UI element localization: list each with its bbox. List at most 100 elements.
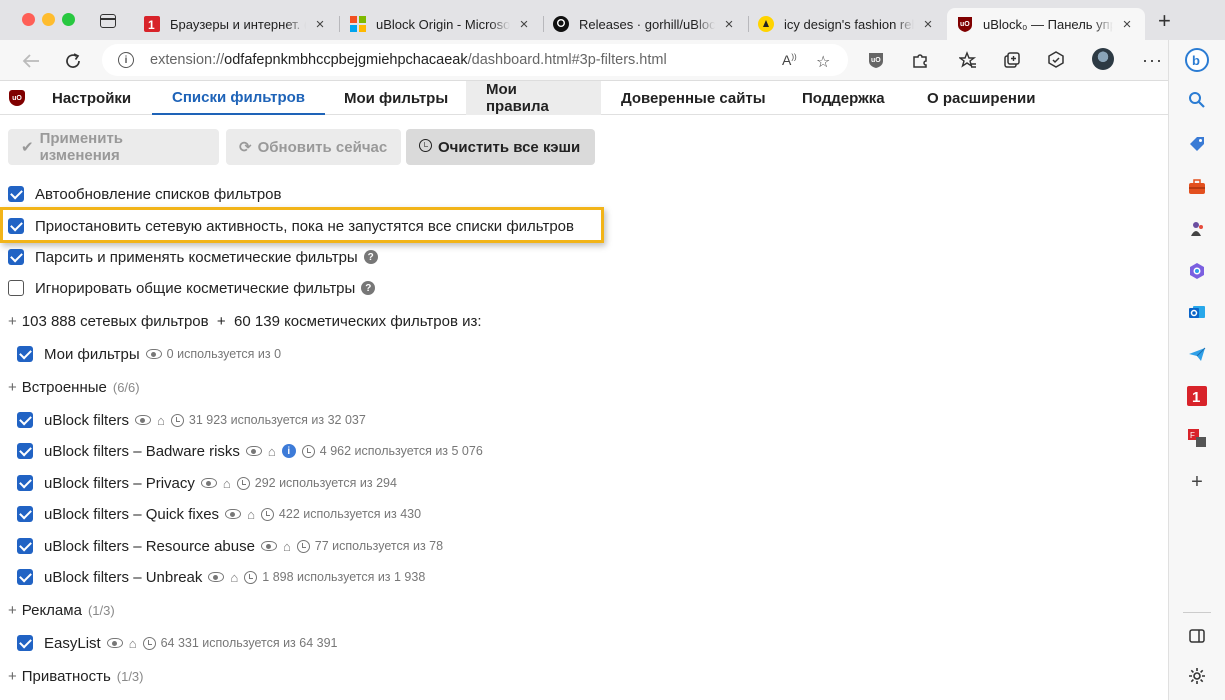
apply-changes-button[interactable]: ✔ Применить изменения <box>8 129 219 165</box>
games-icon[interactable] <box>1185 217 1209 241</box>
browser-tab-2[interactable]: uBlock Origin - Microsof × <box>340 8 542 40</box>
site-1-sidebar-icon[interactable]: 1 <box>1185 384 1209 408</box>
tab-trusted-sites[interactable]: Доверенные сайты <box>601 81 786 115</box>
eye-icon[interactable] <box>200 478 217 488</box>
list-checkbox[interactable] <box>17 412 33 428</box>
update-now-button[interactable]: ⟳ Обновить сейчас <box>226 129 401 165</box>
read-aloud-icon[interactable]: A)) <box>782 52 797 68</box>
tools-briefcase-icon[interactable] <box>1185 175 1209 199</box>
browser-tab-strip: 1 Браузеры и интернет. ( × uBlock Origin… <box>0 0 1225 42</box>
group-privacy[interactable]: + Приватность (1/3) <box>8 665 144 687</box>
refresh-icon: ⟳ <box>239 139 252 156</box>
home-icon[interactable]: ⌂ <box>230 570 238 585</box>
eye-icon[interactable] <box>208 572 225 582</box>
tab-title: Браузеры и интернет. ( <box>170 16 306 32</box>
tab-my-rules[interactable]: Мои правила <box>466 81 601 115</box>
tab-filter-lists[interactable]: Списки фильтров <box>152 81 326 115</box>
home-icon[interactable]: ⌂ <box>268 444 276 459</box>
performance-icon[interactable] <box>1046 50 1066 70</box>
list-checkbox[interactable] <box>17 475 33 491</box>
my-filters-checkbox[interactable] <box>17 346 33 362</box>
search-icon[interactable] <box>1185 88 1209 112</box>
list-checkbox[interactable] <box>17 635 33 651</box>
address-bar[interactable]: i extension://odfafepnkmbhccpbejgmiehpch… <box>102 44 848 76</box>
expand-icon[interactable]: + <box>8 668 17 685</box>
browser-tab-4[interactable]: icy design's fashion rebe × <box>748 8 946 40</box>
home-icon[interactable]: ⌂ <box>129 636 137 651</box>
home-icon[interactable]: ⌂ <box>247 507 255 522</box>
window-close-button[interactable] <box>22 13 35 26</box>
home-icon[interactable]: ⌂ <box>223 476 231 491</box>
purge-caches-button[interactable]: Очистить все кэши <box>406 129 595 165</box>
home-icon[interactable]: ⌂ <box>157 413 165 428</box>
eye-icon[interactable] <box>245 446 262 456</box>
help-icon[interactable]: ? <box>363 250 378 264</box>
tab-support[interactable]: Поддержка <box>782 81 905 115</box>
favorites-icon[interactable] <box>958 50 978 70</box>
window-zoom-button[interactable] <box>62 13 75 26</box>
close-tab-icon[interactable]: × <box>920 16 936 33</box>
list-checkbox[interactable] <box>17 569 33 585</box>
group-builtin[interactable]: + Встроенные (6/6) <box>8 376 140 398</box>
more-menu-icon[interactable]: ··· <box>1142 50 1163 71</box>
list-checkbox[interactable] <box>17 506 33 522</box>
ignore-generic-checkbox[interactable] <box>8 280 24 296</box>
new-tab-icon[interactable]: + <box>1158 10 1171 32</box>
collections-icon[interactable] <box>1002 50 1022 70</box>
close-tab-icon[interactable]: × <box>312 16 328 33</box>
profile-avatar[interactable] <box>1092 48 1114 70</box>
tab-about[interactable]: О расширении <box>907 81 1055 115</box>
tab-settings[interactable]: Настройки <box>32 81 151 115</box>
outlook-icon[interactable] <box>1185 300 1209 324</box>
telegram-send-icon[interactable] <box>1185 342 1209 366</box>
eye-icon[interactable] <box>106 638 123 648</box>
window-minimize-button[interactable] <box>42 13 55 26</box>
bing-icon[interactable]: b <box>1185 48 1209 72</box>
eye-icon[interactable] <box>135 415 152 425</box>
browser-tab-5-active[interactable]: uO uBlock₀ — Панель управ × <box>947 8 1145 40</box>
sidebar-panel-icon[interactable] <box>1185 624 1209 648</box>
expand-icon[interactable]: + <box>8 379 17 396</box>
eye-icon[interactable] <box>225 509 242 519</box>
auto-update-option: Автообновление списков фильтров <box>8 183 282 205</box>
list-checkbox[interactable] <box>17 443 33 459</box>
suspend-network-option: Приостановить сетевую активность, пока н… <box>8 215 574 237</box>
back-icon[interactable] <box>20 50 42 72</box>
info-icon[interactable]: i <box>281 444 296 458</box>
close-tab-icon[interactable]: × <box>1119 16 1135 33</box>
ublock-extension-icon[interactable]: uO <box>866 50 886 70</box>
browser-tab-3[interactable]: Releases · gorhill/uBlock × <box>543 8 747 40</box>
tab-title: uBlock₀ — Панель управ <box>983 16 1113 32</box>
expand-icon[interactable]: + <box>8 602 17 619</box>
close-tab-icon[interactable]: × <box>516 16 532 33</box>
tool-app-icon[interactable]: F <box>1185 426 1209 450</box>
extensions-icon[interactable] <box>910 50 930 70</box>
tab-actions-icon[interactable] <box>100 14 116 28</box>
svg-text:uO: uO <box>960 21 970 28</box>
help-icon[interactable]: ? <box>361 281 376 295</box>
svg-text:F: F <box>1190 431 1195 440</box>
tab-title: uBlock Origin - Microsof <box>376 16 510 32</box>
site-info-icon[interactable]: i <box>118 52 134 68</box>
svg-text:b: b <box>1192 53 1200 68</box>
refresh-icon[interactable] <box>62 50 84 72</box>
eye-icon[interactable] <box>260 541 277 551</box>
browser-tab-1[interactable]: 1 Браузеры и интернет. ( × <box>134 8 338 40</box>
add-favorite-icon[interactable]: ☆ <box>816 52 830 72</box>
list-item: uBlock filters – Quick fixes ⌂ 422 испол… <box>17 503 421 525</box>
shopping-tag-icon[interactable] <box>1185 132 1209 156</box>
cosmetic-filters-checkbox[interactable] <box>8 249 24 265</box>
add-sidebar-app-icon[interactable]: + <box>1185 470 1209 494</box>
eye-icon[interactable] <box>145 349 162 359</box>
suspend-network-checkbox[interactable] <box>8 218 24 234</box>
tab-my-filters[interactable]: Мои фильтры <box>324 81 468 115</box>
clock-icon <box>419 138 432 156</box>
home-icon[interactable]: ⌂ <box>283 539 291 554</box>
list-checkbox[interactable] <box>17 538 33 554</box>
settings-gear-icon[interactable] <box>1185 664 1209 688</box>
auto-update-checkbox[interactable] <box>8 186 24 202</box>
close-tab-icon[interactable]: × <box>721 16 737 33</box>
dashboard-nav: uO Настройки Списки фильтров Мои фильтры… <box>0 81 1168 115</box>
microsoft-365-icon[interactable] <box>1185 259 1209 283</box>
group-ads[interactable]: + Реклама (1/3) <box>8 599 115 621</box>
